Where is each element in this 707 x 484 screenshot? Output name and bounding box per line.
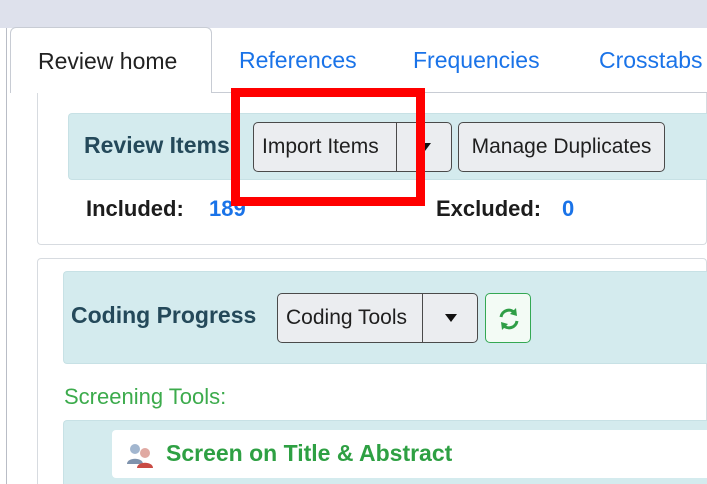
users-icon [127,444,153,468]
chevron-down-icon [444,313,457,322]
manage-duplicates-label: Manage Duplicates [471,135,652,158]
screen-title-abstract-label: Screen on Title & Abstract [166,440,453,466]
included-count-link[interactable]: 189 [209,196,246,222]
window-top-strip [0,0,707,28]
manage-duplicates-button[interactable]: Manage Duplicates [458,122,665,172]
import-items-dropdown-toggle[interactable] [397,122,452,172]
tab-frequencies[interactable]: Frequencies [413,27,540,93]
tab-crosstabs[interactable]: Crosstabs [599,27,703,93]
excluded-label: Excluded: [436,196,542,221]
coding-progress-title: Coding Progress [71,302,257,328]
coding-tools-dropdown-toggle[interactable] [423,293,478,343]
import-items-label: Import Items [262,135,379,158]
tab-references[interactable]: References [239,27,357,93]
screening-tools-label: Screening Tools: [64,384,227,409]
refresh-button[interactable] [485,293,531,343]
included-label: Included: [86,196,184,221]
coding-tools-label: Coding Tools [286,306,408,329]
tab-review-home[interactable]: Review home [10,27,212,93]
screen-title-abstract-item[interactable]: Screen on Title & Abstract [112,430,707,478]
chevron-down-icon [418,142,431,151]
tab-bar: Review home References Frequencies Cross… [10,27,707,93]
refresh-icon [499,308,519,330]
review-items-title: Review Items [84,132,230,158]
excluded-count-link[interactable]: 0 [562,196,574,222]
